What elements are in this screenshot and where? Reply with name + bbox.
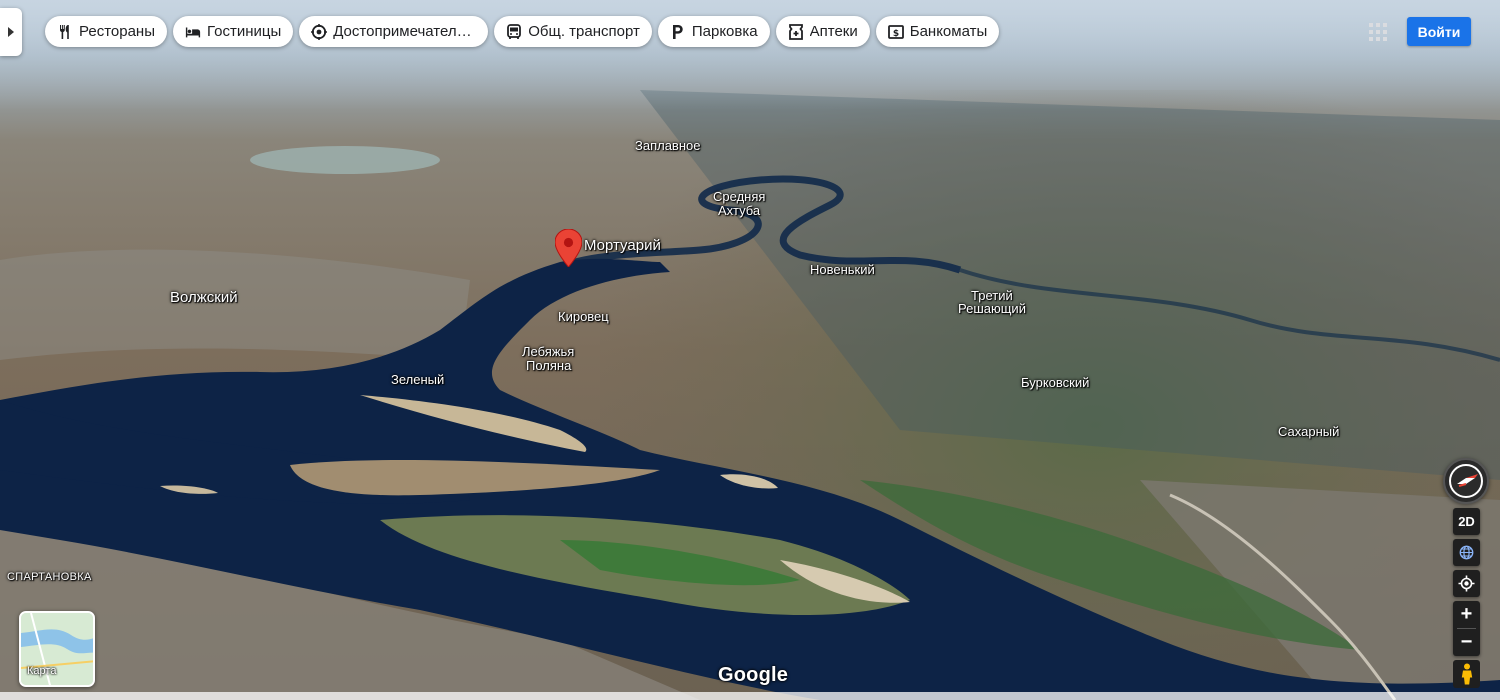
view-mode-toggle[interactable]: 2D: [1453, 508, 1480, 535]
pin-label[interactable]: Мортуарий: [584, 238, 661, 253]
pharmacy-icon: [788, 23, 804, 40]
svg-text:$: $: [893, 29, 899, 39]
sign-in-button[interactable]: Войти: [1407, 17, 1471, 46]
chip-restaurants[interactable]: Рестораны: [45, 16, 167, 47]
place-label-zeleny[interactable]: Зеленый: [391, 373, 444, 387]
parking-icon: [670, 24, 686, 40]
fork-knife-icon: [57, 24, 73, 40]
chip-atms[interactable]: $ Банкоматы: [875, 16, 1000, 47]
chip-label: Гостиницы: [206, 23, 282, 40]
location-pin-icon[interactable]: [554, 228, 583, 268]
map-view[interactable]: Заплавное Средняя Ахтуба Волжский Новень…: [0, 0, 1500, 700]
atm-icon: $: [887, 24, 904, 40]
chip-label: Общ. транспорт: [528, 23, 640, 40]
chip-label: Аптеки: [809, 23, 858, 40]
chevron-right-icon: [8, 27, 14, 37]
bus-icon: [506, 23, 522, 40]
expand-panel-button[interactable]: [0, 8, 22, 56]
chip-hotels[interactable]: Гостиницы: [172, 16, 294, 47]
bed-icon: [185, 24, 201, 40]
place-label-sakharny[interactable]: Сахарный: [1278, 425, 1339, 439]
attribution-bar: [0, 692, 1500, 700]
map-layer-label: Карта: [27, 665, 57, 677]
place-label-kirovets[interactable]: Кировец: [558, 310, 609, 324]
place-label-polyana[interactable]: Поляна: [526, 359, 571, 373]
chip-transit[interactable]: Общ. транспорт: [494, 16, 652, 47]
zoom-in-button[interactable]: +: [1453, 601, 1480, 628]
landmark-icon: [311, 23, 328, 40]
apps-grid-icon[interactable]: [1366, 20, 1390, 44]
place-label-akhtuba[interactable]: Ахтуба: [718, 204, 760, 218]
chip-label: Парковка: [691, 23, 758, 40]
chip-parking[interactable]: Парковка: [657, 16, 770, 47]
place-label-zaplavnoe[interactable]: Заплавное: [635, 139, 700, 153]
chip-label: Рестораны: [79, 23, 155, 40]
pegman-icon[interactable]: [1453, 660, 1480, 688]
place-label-burkovsky[interactable]: Бурковский: [1021, 376, 1089, 390]
chip-label: Банкоматы: [909, 23, 988, 40]
place-label-lebyazhya[interactable]: Лебяжья: [522, 345, 574, 359]
chip-attractions[interactable]: Достопримечатель...: [299, 16, 489, 47]
chip-label: Достопримечатель...: [333, 23, 477, 40]
chip-pharmacies[interactable]: Аптеки: [775, 16, 870, 47]
google-logo: Google: [718, 664, 789, 686]
category-chips: Рестораны Гостиницы Достопримечатель... …: [45, 16, 1000, 47]
globe-icon[interactable]: [1453, 539, 1480, 566]
my-location-icon[interactable]: [1453, 570, 1480, 597]
satellite-imagery: [0, 0, 1500, 700]
place-label-srednyaya[interactable]: Средняя: [713, 190, 765, 204]
compass-icon[interactable]: [1443, 458, 1489, 504]
zoom-out-button[interactable]: −: [1453, 629, 1480, 656]
zoom-controls: + −: [1453, 601, 1480, 656]
place-label-novenky[interactable]: Новенький: [810, 263, 875, 277]
map-layer-toggle[interactable]: Карта: [19, 611, 95, 687]
place-label-reshayushchiy[interactable]: Решающий: [958, 302, 1026, 316]
place-label-volzhsky[interactable]: Волжский: [170, 290, 238, 305]
place-label-spartanovka[interactable]: СПАРТАНОВКА: [7, 570, 92, 584]
